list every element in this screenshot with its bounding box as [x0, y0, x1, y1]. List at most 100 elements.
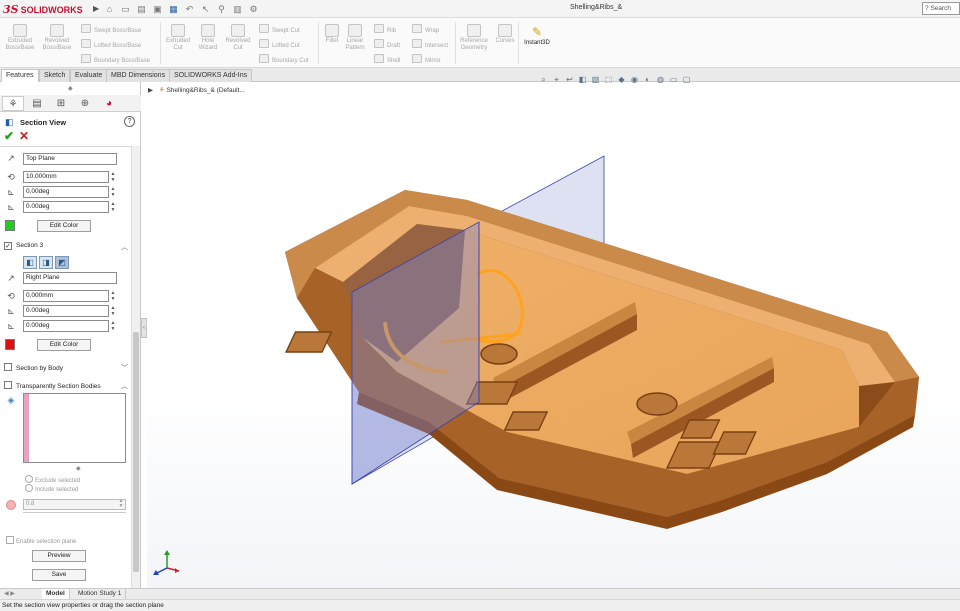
transparency-input[interactable]: 0.8	[23, 499, 126, 510]
search-input[interactable]: ? Search	[922, 2, 960, 15]
section3-angle-y-input[interactable]: 0.00deg	[23, 320, 109, 332]
section2-plane-field[interactable]: Top Plane	[23, 153, 117, 165]
curves-button[interactable]: Curves	[493, 24, 517, 45]
reference-geometry-button[interactable]: Reference Geometry	[458, 24, 490, 52]
section3-angle-x-spinner[interactable]: ▲ ▼	[109, 305, 117, 317]
transparent-bodies-checkbox[interactable]	[4, 381, 12, 389]
section2-angle-x-input[interactable]: 0.00deg	[23, 186, 109, 198]
tab-features[interactable]: Features	[1, 69, 39, 82]
feature-manager-tab-icon[interactable]: ⚘	[2, 96, 24, 111]
mirror-button[interactable]: Mirror	[412, 54, 441, 64]
help-icon[interactable]: ?	[124, 116, 135, 127]
feature-tree-flyout[interactable]: ▶ ⚘ Shelling&Ribs_& (Default...	[148, 86, 245, 94]
display-monitor-icon[interactable]: ▢	[681, 74, 692, 85]
intersect-button[interactable]: Intersect	[412, 39, 448, 49]
list-resize-grip-icon[interactable]: ◆	[76, 465, 81, 472]
file-properties-icon[interactable]: ▥	[232, 4, 243, 15]
expand-arrow-icon[interactable]: ▶	[148, 87, 153, 94]
shell-button[interactable]: Shell	[374, 54, 400, 64]
section3-edit-color-button[interactable]: Edit Color	[37, 339, 91, 351]
rib-button[interactable]: Rib	[374, 24, 396, 34]
open-file-icon[interactable]: ▤	[136, 4, 147, 15]
section-plane-front-icon[interactable]: ◧	[23, 256, 37, 269]
transparent-bodies-header[interactable]: Transparently Section Bodies ︿	[4, 381, 128, 393]
section2-edit-color-button[interactable]: Edit Color	[37, 220, 91, 232]
section3-angle-x-input[interactable]: 0.00deg	[23, 305, 109, 317]
section2-offset-input[interactable]: 10.000mm	[23, 171, 109, 183]
tab-mbd-dimensions[interactable]: MBD Dimensions	[106, 69, 171, 82]
tab-evaluate[interactable]: Evaluate	[70, 69, 108, 82]
tab-scroll-arrows-icon[interactable]: ◀ ▶	[4, 590, 15, 597]
draft-button[interactable]: Draft	[374, 39, 400, 49]
tab-sketch[interactable]: Sketch	[39, 69, 71, 82]
view-settings-icon[interactable]: ▭	[668, 74, 679, 85]
wrap-button[interactable]: Wrap	[412, 24, 439, 34]
print-icon[interactable]: ▦	[168, 4, 179, 15]
extruded-boss-button[interactable]: Extruded Boss/Base	[5, 24, 35, 52]
section3-plane-field[interactable]: Right Plane	[23, 272, 117, 284]
section3-angle-y-spinner[interactable]: ▲ ▼	[109, 320, 117, 332]
section-view-icon[interactable]: ◧	[577, 74, 588, 85]
lofted-boss-button[interactable]: Lofted Boss/Base	[81, 39, 141, 49]
preview-button[interactable]: Preview	[32, 550, 86, 562]
rebuild-icon[interactable]: ⚲	[216, 4, 227, 15]
boundary-cut-button[interactable]: Boundary Cut	[259, 54, 309, 64]
section-by-body-header[interactable]: Section by Body ﹀	[4, 363, 128, 375]
transparent-bodies-list[interactable]	[23, 393, 126, 463]
dynamic-annotation-icon[interactable]: ▧	[590, 74, 601, 85]
hole-wizard-button[interactable]: Hole Wizard	[195, 24, 221, 52]
exclude-selected-radio[interactable]: Exclude selected	[25, 475, 80, 484]
extruded-cut-button[interactable]: Extruded Cut	[163, 24, 193, 52]
include-selected-radio[interactable]: Include selected	[25, 484, 78, 493]
expand-chevron-icon[interactable]: ﹀	[121, 363, 128, 373]
section2-angle-y-input[interactable]: 0.00deg	[23, 201, 109, 213]
home-icon[interactable]: ⌂	[104, 4, 115, 15]
configuration-manager-tab-icon[interactable]: ⊞	[50, 96, 72, 111]
section2-angle-x-spinner[interactable]: ▲ ▼	[109, 186, 117, 198]
select-icon[interactable]: ↖	[200, 4, 211, 15]
section3-offset-spinner[interactable]: ▲ ▼	[109, 290, 117, 302]
hide-show-icon[interactable]: ◉	[629, 74, 640, 85]
solidworks-logo[interactable]: 3S SOLIDWORKS	[3, 2, 91, 17]
property-manager-tab-icon[interactable]: ▤	[26, 96, 48, 111]
tab-solidworks-add-ins[interactable]: SOLIDWORKS Add-Ins	[169, 69, 253, 82]
options-icon[interactable]: ⚙	[248, 4, 259, 15]
dimxpert-manager-tab-icon[interactable]: ⊕	[74, 96, 96, 111]
instant3d-button[interactable]: ✎ Instant3D	[521, 26, 553, 47]
model-3d-view[interactable]	[147, 82, 960, 588]
collapse-chevron-icon[interactable]: ︿	[121, 242, 128, 252]
boundary-boss-button[interactable]: Boundary Boss/Base	[81, 54, 150, 64]
section3-checkbox[interactable]: ✓	[4, 242, 12, 250]
collapse-chevron-icon[interactable]: ︿	[121, 381, 128, 391]
new-file-icon[interactable]: ▭	[120, 4, 131, 15]
revolved-cut-button[interactable]: Revolved Cut	[223, 24, 253, 52]
section3-offset-input[interactable]: 0.000mm	[23, 290, 109, 302]
panel-grip-icon[interactable]: ◆	[68, 85, 73, 92]
save-button[interactable]: Save	[32, 569, 86, 581]
section-by-body-checkbox[interactable]	[4, 363, 12, 371]
linear-pattern-button[interactable]: Linear Pattern	[344, 24, 366, 52]
cancel-button[interactable]: ✕	[19, 129, 29, 143]
previous-view-icon[interactable]: ↩	[564, 74, 575, 85]
zoom-area-icon[interactable]: ⌖	[551, 74, 562, 85]
edit-appearance-icon[interactable]: ◐	[642, 74, 653, 85]
panel-scrollbar[interactable]	[131, 146, 140, 592]
zoom-to-fit-icon[interactable]: ⌕	[538, 74, 549, 85]
display-manager-tab-icon[interactable]: ◕	[98, 96, 120, 111]
view-orientation-icon[interactable]: ⬚	[603, 74, 614, 85]
ok-button[interactable]: ✔	[4, 129, 14, 143]
section2-offset-spinner[interactable]: ▲ ▼	[109, 171, 117, 183]
scrollbar-thumb[interactable]	[133, 332, 139, 572]
display-style-icon[interactable]: ◆	[616, 74, 627, 85]
section-plane-top-icon[interactable]: ◨	[39, 256, 53, 269]
section-plane-right-icon[interactable]: ◩	[55, 256, 69, 269]
swept-cut-button[interactable]: Swept Cut	[259, 24, 300, 34]
section2-angle-y-spinner[interactable]: ▲ ▼	[109, 201, 117, 213]
transparency-spinner[interactable]: ▲ ▼	[117, 499, 125, 510]
revolved-boss-button[interactable]: Revolved Boss/Base	[40, 24, 74, 52]
transparency-slider[interactable]	[23, 512, 126, 513]
graphics-area[interactable]	[147, 82, 960, 588]
undo-icon[interactable]: ↶	[184, 4, 195, 15]
save-icon[interactable]: ▣	[152, 4, 163, 15]
apply-scene-icon[interactable]: ◍	[655, 74, 666, 85]
